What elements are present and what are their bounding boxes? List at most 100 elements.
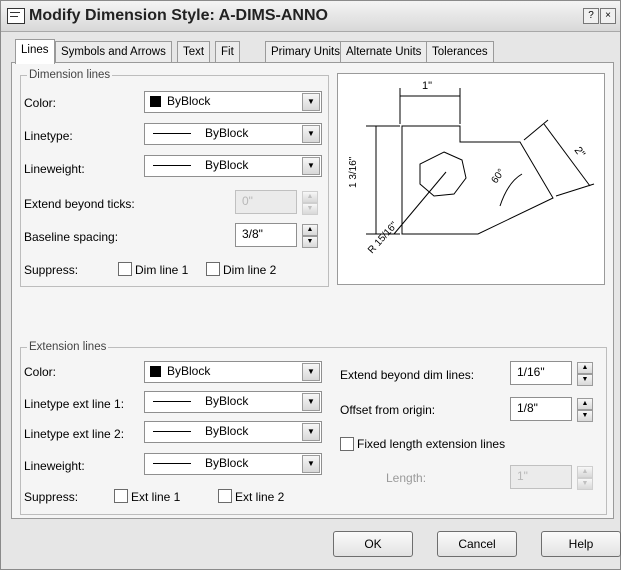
- dimension-lines-legend: Dimension lines: [29, 69, 111, 81]
- extend-beyond-ticks-value: 0": [242, 194, 253, 208]
- preview-dim-radius: R 15/16": [366, 220, 400, 256]
- dim-line-1-label: Dim line 1: [135, 263, 189, 277]
- chevron-down-icon[interactable]: ▼: [302, 393, 320, 411]
- line-sample: [153, 133, 191, 134]
- tab-tolerances[interactable]: Tolerances: [426, 41, 494, 62]
- length-label: Length:: [386, 471, 427, 485]
- dim-line-1-checkbox[interactable]: [118, 262, 132, 276]
- length-input: 1" ▲ ▼: [510, 465, 593, 490]
- help-icon[interactable]: ?: [583, 8, 599, 24]
- ext-line-2-checkbox[interactable]: [218, 489, 232, 503]
- dim-lineweight-value: ByBlock: [205, 158, 249, 172]
- chevron-down-icon[interactable]: ▼: [302, 125, 320, 143]
- baseline-spacing-input[interactable]: 3/8" ▲ ▼: [235, 223, 318, 248]
- dim-color-select[interactable]: ByBlock ▼: [144, 91, 322, 113]
- offset-from-origin-input[interactable]: 1/8" ▲ ▼: [510, 397, 593, 422]
- part-outline: [401, 125, 554, 235]
- color-swatch: [150, 366, 161, 377]
- chevron-down-icon[interactable]: ▼: [302, 157, 320, 175]
- dim-color-label: Color:: [24, 96, 57, 110]
- ext-color-label: Color:: [24, 365, 57, 379]
- linetype-ext-1-select[interactable]: ByBlock ▼: [144, 391, 322, 413]
- fixed-length-checkbox[interactable]: [340, 437, 354, 451]
- hole-outline: [419, 151, 467, 197]
- ext-color-select[interactable]: ByBlock ▼: [144, 361, 322, 383]
- preview-drawing: 1" 1 3/16" 2" 60° R 15/16": [348, 80, 595, 256]
- tab-fit[interactable]: Fit: [215, 41, 240, 62]
- linetype-ext-1-value: ByBlock: [205, 394, 249, 408]
- app-icon: [7, 8, 25, 24]
- close-icon[interactable]: ×: [600, 8, 616, 24]
- spin-down-icon[interactable]: ▼: [577, 374, 593, 386]
- spinner[interactable]: ▲ ▼: [577, 398, 593, 422]
- ext-lineweight-label: Lineweight:: [24, 459, 85, 473]
- dim-linetype-select[interactable]: ByBlock ▼: [144, 123, 322, 145]
- dim-lineweight-label: Lineweight:: [24, 162, 85, 176]
- ext-line-2-label: Ext line 2: [235, 490, 285, 504]
- extend-beyond-ticks-label: Extend beyond ticks:: [24, 197, 135, 211]
- dim-linetype-label: Linetype:: [24, 129, 73, 143]
- tab-lines[interactable]: Lines: [15, 39, 55, 64]
- tab-symbols-and-arrows[interactable]: Symbols and Arrows: [55, 41, 172, 62]
- title-bar: Modify Dimension Style: A-DIMS-ANNO ? ×: [1, 1, 620, 32]
- linetype-ext-2-label: Linetype ext line 2:: [24, 427, 125, 441]
- spin-up-icon: ▲: [302, 191, 318, 203]
- spinner[interactable]: ▲ ▼: [577, 362, 593, 386]
- ext-color-value: ByBlock: [167, 364, 211, 378]
- preview-dim-top: 1": [422, 80, 432, 92]
- extend-beyond-dim-lines-label: Extend beyond dim lines:: [340, 368, 475, 382]
- chevron-down-icon[interactable]: ▼: [302, 455, 320, 473]
- preview-dim-right: 2": [572, 145, 588, 160]
- tab-panel: Dimension lines Color: ByBlock ▼ Linetyp…: [11, 62, 614, 519]
- spinner[interactable]: ▲ ▼: [302, 224, 318, 248]
- cancel-button[interactable]: Cancel: [437, 531, 517, 557]
- dim-line-2-label: Dim line 2: [223, 263, 277, 277]
- dim-color-value: ByBlock: [167, 94, 211, 108]
- line-sample: [153, 463, 191, 464]
- spin-down-icon[interactable]: ▼: [577, 410, 593, 422]
- dim-suppress-label: Suppress:: [24, 263, 79, 277]
- dim-lineweight-select[interactable]: ByBlock ▼: [144, 155, 322, 177]
- linetype-ext-1-label: Linetype ext line 1:: [24, 397, 125, 411]
- chevron-down-icon[interactable]: ▼: [302, 363, 320, 381]
- offset-from-origin-label: Offset from origin:: [340, 403, 436, 417]
- window-title: Modify Dimension Style: A-DIMS-ANNO: [29, 7, 328, 24]
- spin-up-icon: ▲: [577, 466, 593, 478]
- tab-text[interactable]: Text: [177, 41, 211, 62]
- spinner: ▲ ▼: [302, 191, 318, 215]
- baseline-spacing-label: Baseline spacing:: [24, 230, 119, 244]
- spinner: ▲ ▼: [577, 466, 593, 490]
- fixed-length-label: Fixed length extension lines: [357, 437, 506, 451]
- ext-lineweight-select[interactable]: ByBlock ▼: [144, 453, 322, 475]
- linetype-ext-2-select[interactable]: ByBlock ▼: [144, 421, 322, 443]
- dimension-preview: 1" 1 3/16" 2" 60° R 15/16": [337, 73, 605, 285]
- preview-dim-angle: 60°: [490, 167, 508, 186]
- linetype-ext-2-value: ByBlock: [205, 424, 249, 438]
- line-sample: [153, 165, 191, 166]
- spin-down-icon: ▼: [577, 478, 593, 490]
- ext-line-1-checkbox[interactable]: [114, 489, 128, 503]
- spin-up-icon[interactable]: ▲: [577, 362, 593, 374]
- line-sample: [153, 401, 191, 402]
- offset-from-origin-value: 1/8": [517, 401, 538, 415]
- spin-up-icon[interactable]: ▲: [577, 398, 593, 410]
- extend-beyond-dim-lines-input[interactable]: 1/16" ▲ ▼: [510, 361, 593, 386]
- dialog-window: Modify Dimension Style: A-DIMS-ANNO ? × …: [0, 0, 621, 570]
- dim-linetype-value: ByBlock: [205, 126, 249, 140]
- baseline-spacing-value: 3/8": [242, 227, 263, 241]
- spin-up-icon[interactable]: ▲: [302, 224, 318, 236]
- color-swatch: [150, 96, 161, 107]
- spin-down-icon[interactable]: ▼: [302, 236, 318, 248]
- length-value: 1": [517, 469, 528, 483]
- ok-button[interactable]: OK: [333, 531, 413, 557]
- ext-lineweight-value: ByBlock: [205, 456, 249, 470]
- line-sample: [153, 431, 191, 432]
- dim-line-2-checkbox[interactable]: [206, 262, 220, 276]
- extend-beyond-ticks-input: 0" ▲ ▼: [235, 190, 318, 215]
- chevron-down-icon[interactable]: ▼: [302, 423, 320, 441]
- tab-alternate-units[interactable]: Alternate Units: [340, 41, 428, 62]
- chevron-down-icon[interactable]: ▼: [302, 93, 320, 111]
- tab-primary-units[interactable]: Primary Units: [265, 41, 347, 62]
- help-button[interactable]: Help: [541, 531, 621, 557]
- ext-suppress-label: Suppress:: [24, 490, 79, 504]
